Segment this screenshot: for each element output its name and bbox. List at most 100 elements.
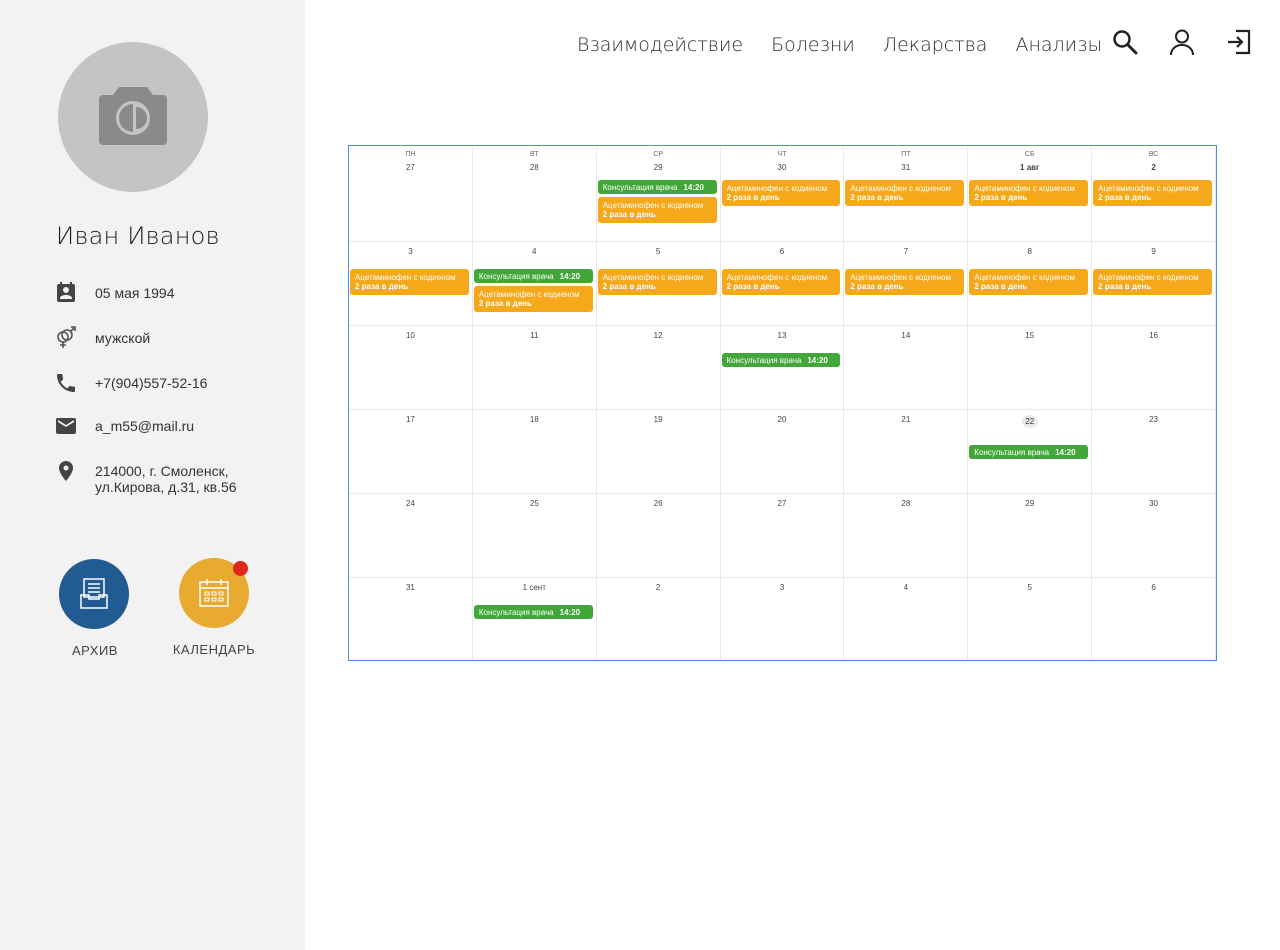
event-consultation[interactable]: Консультация врача 14:20 bbox=[597, 180, 717, 194]
event-medication[interactable]: Ацетаминофен с кодиеном 2 раза в день bbox=[969, 180, 1089, 206]
search-icon[interactable] bbox=[1111, 28, 1139, 56]
calendar-day[interactable]: 8 Ацетаминофен с кодиеном 2 раза в день bbox=[968, 242, 1093, 326]
day-number: 1 сент bbox=[522, 583, 546, 592]
calendar-day[interactable]: 1 сент Консультация врача 14:20 bbox=[473, 578, 597, 660]
event-title: Ацетаминофен с кодиеном bbox=[726, 184, 828, 193]
day-number: 19 bbox=[653, 415, 663, 424]
calendar-day[interactable]: 24 bbox=[349, 494, 473, 578]
archive-label: АРХИВ bbox=[72, 643, 118, 658]
phone[interactable]: +7(904)557-52-16 bbox=[95, 371, 207, 391]
event-consultation[interactable]: Консультация врача 14:20 bbox=[721, 353, 841, 367]
calendar-day[interactable]: 5 Ацетаминофен с кодиеном 2 раза в день bbox=[597, 242, 721, 326]
calendar-day[interactable]: 31 Ацетаминофен с кодиеном 2 раза в день bbox=[844, 160, 969, 241]
calendar-day[interactable]: 27 bbox=[721, 494, 845, 578]
calendar-day[interactable]: 12 bbox=[597, 326, 721, 410]
calendar-day[interactable]: 6 Ацетаминофен с кодиеном 2 раза в день bbox=[721, 242, 845, 326]
day-number: 5 bbox=[655, 247, 661, 256]
day-number: 29 bbox=[1025, 499, 1035, 508]
calendar-day[interactable]: 17 bbox=[349, 410, 473, 494]
calendar-day[interactable]: 3 Ацетаминофен с кодиеном 2 раза в день bbox=[349, 242, 473, 326]
event-medication[interactable]: Ацетаминофен с кодиеном 2 раза в день bbox=[473, 286, 593, 312]
calendar-day[interactable]: 22 Консультация врача 14:20 bbox=[968, 410, 1093, 494]
user-icon[interactable] bbox=[1168, 28, 1196, 56]
event-consultation[interactable]: Консультация врача 14:20 bbox=[473, 269, 593, 283]
calendar-day[interactable]: 29 Консультация врача 14:20 Ацетаминофен с … bbox=[597, 160, 721, 241]
day-number: 23 bbox=[1149, 415, 1159, 424]
calendar-day[interactable]: 2 bbox=[597, 578, 721, 660]
logout-icon[interactable] bbox=[1225, 28, 1253, 56]
calendar-day[interactable]: 15 bbox=[968, 326, 1093, 410]
calendar-day[interactable]: 30 bbox=[1092, 494, 1216, 578]
calendar-day[interactable]: 4 bbox=[844, 578, 969, 660]
calendar-day[interactable]: 7 Ацетаминофен с кодиеном 2 раза в день bbox=[844, 242, 969, 326]
calendar-day[interactable]: 16 bbox=[1092, 326, 1216, 410]
calendar-week: 10 11 12 13 Консультация врача 14:20 14 15 16 bbox=[349, 325, 1216, 410]
day-number: 20 bbox=[777, 415, 787, 424]
calendar-day[interactable]: 3 bbox=[721, 578, 845, 660]
birthdate: 05 мая 1994 bbox=[95, 285, 175, 301]
event-title: Консультация врача bbox=[974, 448, 1050, 457]
weekday-label: ЧТ bbox=[721, 146, 845, 160]
calendar-day[interactable]: 28 bbox=[844, 494, 969, 578]
calendar-week: 3 Ацетаминофен с кодиеном 2 раза в день 4 Ко… bbox=[349, 241, 1216, 326]
day-number: 31 bbox=[901, 163, 911, 172]
event-consultation[interactable]: Консультация врача 14:20 bbox=[969, 445, 1089, 459]
calendar-day[interactable]: 29 bbox=[968, 494, 1093, 578]
calendar-day[interactable]: 4 Консультация врача 14:20 Ацетаминофен с к… bbox=[473, 242, 597, 326]
event-medication[interactable]: Ацетаминофен с кодиеном 2 раза в день bbox=[597, 269, 717, 295]
address-row: 214000, г. Смоленск, ул.Кирова, д.31, кв… bbox=[54, 459, 237, 495]
calendar-day[interactable]: 30 Ацетаминофен с кодиеном 2 раза в день bbox=[721, 160, 845, 241]
event-title: Ацетаминофен с кодиеном bbox=[850, 184, 952, 193]
calendar-day[interactable]: 26 bbox=[597, 494, 721, 578]
event-medication[interactable]: Ацетаминофен с кодиеном 2 раза в день bbox=[350, 269, 469, 295]
nav-medications[interactable]: Лекарства bbox=[883, 32, 988, 58]
calendar-day[interactable]: 9 Ацетаминофен с кодиеном 2 раза в день bbox=[1092, 242, 1216, 326]
archive-button[interactable] bbox=[59, 559, 129, 629]
event-medication[interactable]: Ацетаминофен с кодиеном 2 раза в день bbox=[845, 180, 965, 206]
event-medication[interactable]: Ацетаминофен с кодиеном 2 раза в день bbox=[721, 180, 841, 206]
calendar-person-icon bbox=[57, 282, 75, 302]
calendar-day[interactable]: 6 bbox=[1092, 578, 1216, 660]
calendar-day[interactable]: 13 Консультация врача 14:20 bbox=[721, 326, 845, 410]
event-medication[interactable]: Ацетаминофен с кодиеном 2 раза в день bbox=[1093, 269, 1212, 295]
event-medication[interactable]: Ацетаминофен с кодиеном 2 раза в день bbox=[721, 269, 841, 295]
calendar-day[interactable]: 11 bbox=[473, 326, 597, 410]
calendar-day[interactable]: 20 bbox=[721, 410, 845, 494]
event-dose: 2 раза в день bbox=[355, 282, 409, 291]
calendar-day[interactable]: 14 bbox=[844, 326, 969, 410]
event-dose: 2 раза в день bbox=[726, 193, 780, 202]
avatar[interactable] bbox=[58, 42, 208, 192]
weekday-label: СБ bbox=[968, 146, 1093, 160]
calendar-day[interactable]: 18 bbox=[473, 410, 597, 494]
calendar-button[interactable] bbox=[179, 558, 249, 628]
event-medication[interactable]: Ацетаминофен с кодиеном 2 раза в день bbox=[845, 269, 965, 295]
calendar-day[interactable]: 31 bbox=[349, 578, 473, 660]
calendar-day[interactable]: 27 bbox=[349, 160, 473, 241]
event-title: Ацетаминофен с кодиеном bbox=[974, 273, 1075, 282]
event-medication[interactable]: Ацетаминофен с кодиеном 2 раза в день bbox=[969, 269, 1089, 295]
calendar-day[interactable]: 1 авг Ацетаминофен с кодиеном 2 раза в ден… bbox=[968, 160, 1093, 241]
email-row: a_m55@mail.ru bbox=[54, 414, 194, 438]
calendar-day[interactable]: 23 bbox=[1092, 410, 1216, 494]
day-number: 22 bbox=[1021, 415, 1038, 428]
calendar-day[interactable]: 5 bbox=[968, 578, 1093, 660]
nav-interactions[interactable]: Взаимодействие bbox=[577, 32, 743, 58]
event-medication[interactable]: Ацетаминофен с кодиеном 2 раза в день bbox=[1093, 180, 1212, 206]
day-number: 2 bbox=[655, 583, 661, 592]
day-number: 4 bbox=[903, 583, 909, 592]
email[interactable]: a_m55@mail.ru bbox=[95, 414, 194, 434]
calendar-day[interactable]: 28 bbox=[473, 160, 597, 241]
calendar-day[interactable]: 19 bbox=[597, 410, 721, 494]
calendar-day[interactable]: 25 bbox=[473, 494, 597, 578]
nav-tests[interactable]: Анализы bbox=[1015, 32, 1102, 58]
day-number: 28 bbox=[529, 163, 539, 172]
calendar-day[interactable]: 10 bbox=[349, 326, 473, 410]
calendar-day[interactable]: 2 Ацетаминофен с кодиеном 2 раза в день bbox=[1092, 160, 1216, 241]
calendar-day[interactable]: 21 bbox=[844, 410, 969, 494]
event-medication[interactable]: Ацетаминофен с кодиеном 2 раза в день bbox=[597, 197, 717, 223]
event-consultation[interactable]: Консультация врача 14:20 bbox=[473, 605, 593, 619]
nav-diseases[interactable]: Болезни bbox=[771, 32, 855, 58]
day-number: 13 bbox=[777, 331, 787, 340]
gender-icon bbox=[57, 326, 76, 348]
event-title: Ацетаминофен с кодиеном bbox=[602, 273, 704, 282]
